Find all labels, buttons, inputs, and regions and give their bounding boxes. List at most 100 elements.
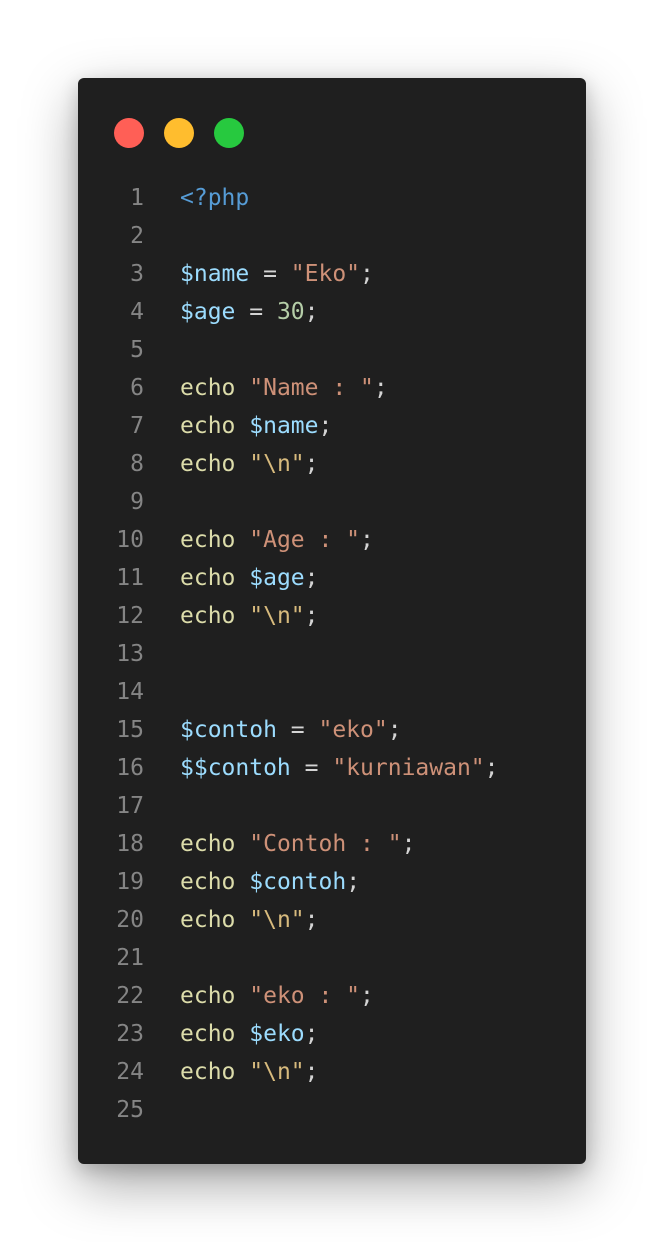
code-line: 4 $age = 30; [78, 293, 586, 331]
line-number: 24 [116, 1059, 144, 1085]
line-number: 16 [116, 755, 144, 781]
line-content: echo "Contoh : "; [180, 825, 415, 863]
punctuation-token: ; [360, 983, 374, 1009]
punctuation-token: ; [484, 755, 499, 781]
line-number: 13 [116, 641, 144, 667]
punctuation-token [235, 869, 249, 895]
line-content: echo "Name : "; [180, 369, 388, 407]
punctuation-token: ; [304, 1021, 319, 1047]
line-number: 5 [130, 337, 144, 363]
code-line: 14 [78, 673, 586, 711]
code-line: 8 echo "\n"; [78, 445, 586, 483]
variable-token: $$contoh [180, 755, 291, 781]
code-line: 3 $name = "Eko"; [78, 255, 586, 293]
line-content: echo $eko; [180, 1015, 319, 1053]
line-content: $age = 30; [180, 293, 319, 331]
keyword-token: echo [180, 831, 236, 857]
line-number: 15 [116, 717, 144, 743]
maximize-dot-icon [214, 118, 244, 148]
punctuation-token [235, 375, 249, 401]
line-content: echo "Age : "; [180, 521, 374, 559]
line-content: echo "\n"; [180, 1053, 319, 1091]
line-content: $name = "Eko"; [180, 255, 374, 293]
line-content: echo $contoh; [180, 863, 360, 901]
string-escape-token: "\n" [249, 1059, 305, 1085]
string-token: "eko" [318, 717, 388, 743]
variable-token: $eko [249, 1021, 305, 1047]
line-number: 12 [116, 603, 144, 629]
variable-token: $contoh [180, 717, 277, 743]
code-line: 22 echo "eko : "; [78, 977, 586, 1015]
punctuation-token [235, 907, 249, 933]
code-window: 1 <?php 2 3 $name = "Eko"; 4 $age = 30; 5 6 echo … [78, 78, 586, 1164]
keyword-token: echo [180, 413, 236, 439]
code-line: 17 [78, 787, 586, 825]
punctuation-token [235, 1021, 249, 1047]
punctuation-token [235, 983, 249, 1009]
line-number: 6 [130, 375, 144, 401]
line-number: 17 [116, 793, 144, 819]
code-line: 12 echo "\n"; [78, 597, 586, 635]
code-line: 13 [78, 635, 586, 673]
string-escape-token: "\n" [249, 907, 305, 933]
punctuation-token: = [235, 299, 277, 325]
line-number: 21 [116, 945, 144, 971]
punctuation-token: ; [304, 907, 319, 933]
punctuation-token: = [249, 261, 291, 287]
line-number: 14 [116, 679, 144, 705]
string-token: "eko : " [249, 983, 361, 1009]
code-editor: 1 <?php 2 3 $name = "Eko"; 4 $age = 30; 5 6 echo … [78, 179, 586, 1129]
variable-token: $name [249, 413, 319, 439]
line-number: 18 [116, 831, 144, 857]
punctuation-token: = [290, 755, 333, 781]
line-number: 9 [130, 489, 144, 515]
keyword-token: echo [180, 907, 236, 933]
punctuation-token: ; [346, 869, 361, 895]
code-line: 2 [78, 217, 586, 255]
code-line: 21 [78, 939, 586, 977]
punctuation-token [235, 451, 249, 477]
line-number: 10 [116, 527, 144, 553]
string-token: "kurniawan" [332, 755, 485, 781]
line-content: echo "\n"; [180, 597, 319, 635]
code-line: 19 echo $contoh; [78, 863, 586, 901]
punctuation-token: ; [360, 527, 374, 553]
code-line: 7 echo $name; [78, 407, 586, 445]
variable-token: $age [180, 299, 236, 325]
code-line: 25 [78, 1091, 586, 1129]
punctuation-token [235, 413, 249, 439]
minimize-dot-icon [164, 118, 194, 148]
code-line: 16 $$contoh = "kurniawan"; [78, 749, 586, 787]
php-open-tag: <?php [180, 185, 250, 211]
punctuation-token: ; [373, 375, 388, 401]
line-content: $contoh = "eko"; [180, 711, 402, 749]
keyword-token: echo [180, 451, 236, 477]
variable-token: $contoh [249, 869, 347, 895]
punctuation-token [235, 603, 249, 629]
line-content: $$contoh = "kurniawan"; [180, 749, 499, 787]
string-escape-token: "\n" [249, 451, 305, 477]
code-line: 24 echo "\n"; [78, 1053, 586, 1091]
string-token: "Contoh : " [249, 831, 402, 857]
code-line: 10 echo "Age : "; [78, 521, 586, 559]
punctuation-token [235, 565, 249, 591]
line-content: <?php [180, 179, 249, 217]
line-number: 2 [130, 223, 144, 249]
keyword-token: echo [180, 1059, 236, 1085]
punctuation-token [235, 831, 249, 857]
keyword-token: echo [180, 527, 236, 553]
code-line: 5 [78, 331, 586, 369]
variable-token: $age [249, 565, 305, 591]
line-number: 7 [130, 413, 144, 439]
keyword-token: echo [180, 565, 236, 591]
keyword-token: echo [180, 869, 236, 895]
line-number: 11 [116, 565, 144, 591]
variable-token: $name [180, 261, 250, 287]
code-line: 6 echo "Name : "; [78, 369, 586, 407]
punctuation-token: ; [304, 603, 319, 629]
code-line: 9 [78, 483, 586, 521]
punctuation-token: ; [360, 261, 374, 287]
string-token: "Name : " [249, 375, 374, 401]
punctuation-token: = [276, 717, 319, 743]
line-content: echo "eko : "; [180, 977, 374, 1015]
